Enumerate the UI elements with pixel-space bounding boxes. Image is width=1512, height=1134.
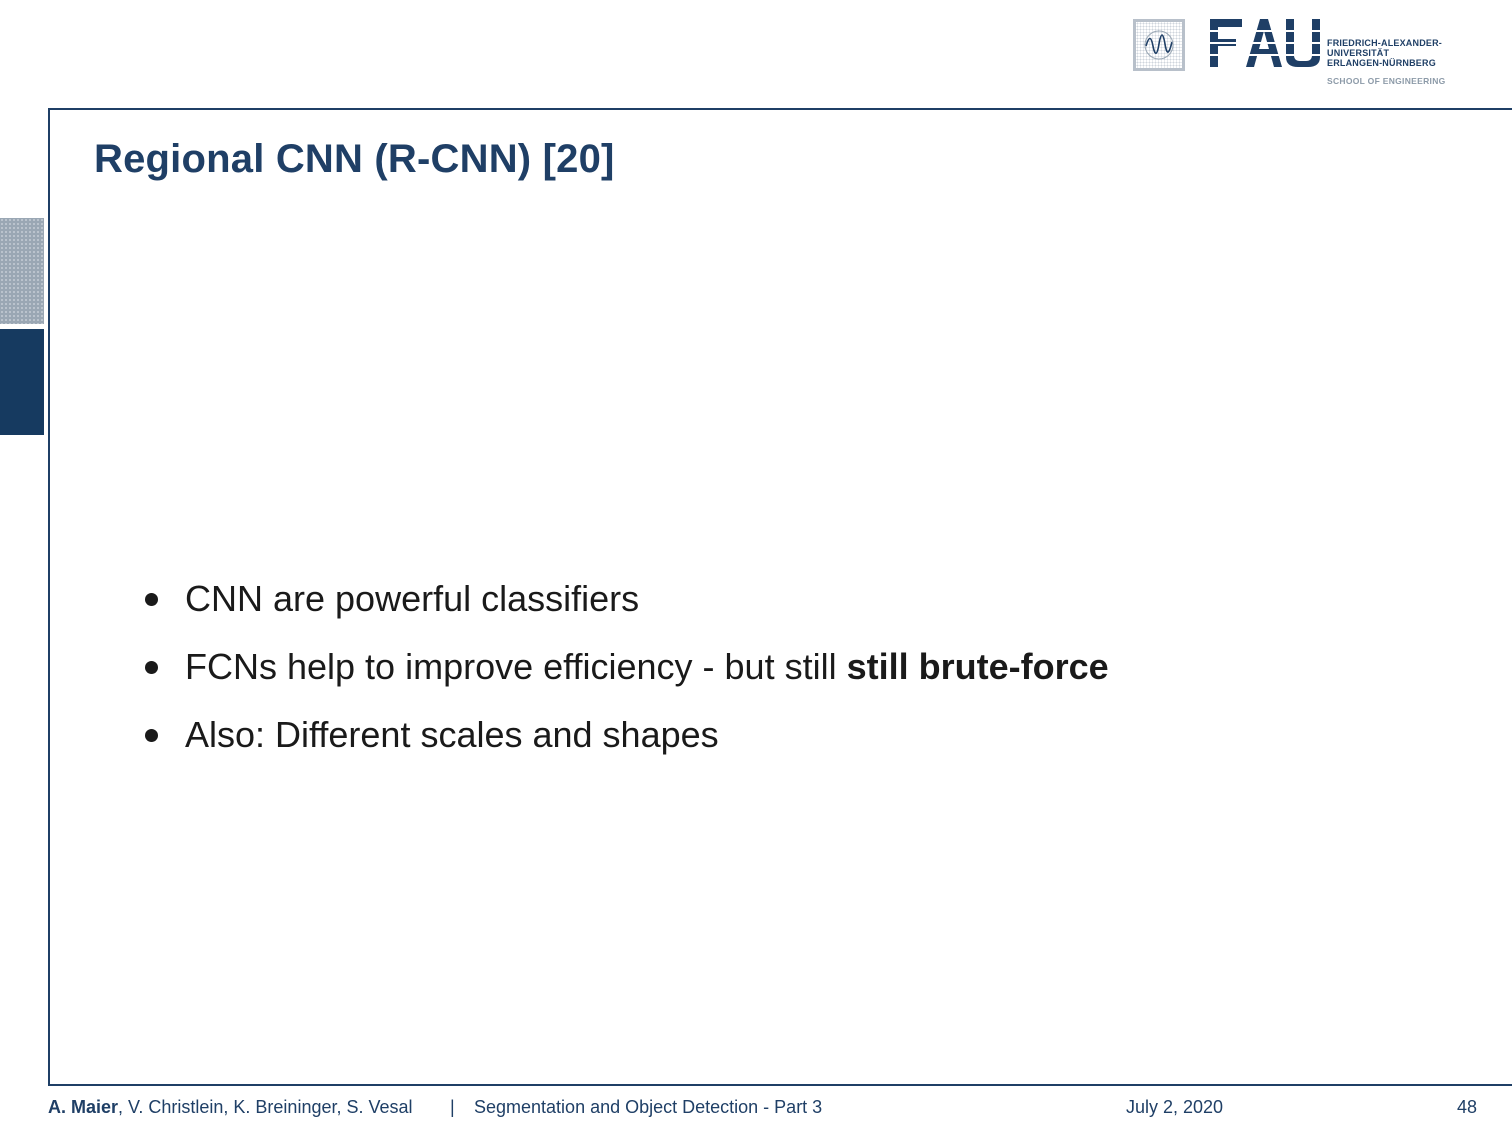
footer-separator: | — [450, 1097, 455, 1117]
waveform-icon — [1144, 30, 1174, 60]
bullet-item: FCNs help to improve efficiency - but st… — [140, 644, 1109, 712]
bullet-item: Also: Different scales and shapes — [140, 712, 1109, 780]
footer-authors: A. Maier, V. Christlein, K. Breininger, … — [48, 1097, 413, 1118]
slide-title: Regional CNN (R-CNN) [20] — [94, 137, 615, 181]
sidebar-section-marker-light — [0, 218, 44, 324]
bullet-text: CNN are powerful classifiers — [185, 578, 640, 619]
university-name-line1: FRIEDRICH-ALEXANDER- — [1327, 38, 1442, 48]
fau-logo-icon — [1210, 19, 1322, 67]
sidebar-section-marker-dark — [0, 329, 44, 435]
bullet-dot-icon — [145, 729, 158, 742]
footer-talk-title: Segmentation and Object Detection - Part… — [474, 1097, 823, 1117]
university-name: FRIEDRICH-ALEXANDER- UNIVERSITÄT ERLANGE… — [1327, 38, 1442, 68]
bullet-item: CNN are powerful classifiers — [140, 576, 1109, 644]
university-name-line2: UNIVERSITÄT — [1327, 48, 1390, 58]
footer-page-number: 48 — [1457, 1097, 1478, 1117]
footer-date: July 2, 2020 — [1126, 1097, 1224, 1117]
footer-other-authors: , V. Christlein, K. Breininger, S. Vesal — [118, 1097, 413, 1117]
bullet-dot-icon — [145, 593, 158, 606]
bullet-dot-icon — [145, 661, 158, 674]
bullet-text: Also: Different scales and shapes — [185, 714, 719, 755]
school-name: SCHOOL OF ENGINEERING — [1327, 76, 1446, 86]
footer-lead-author: A. Maier — [48, 1097, 119, 1117]
bullet-list: CNN are powerful classifiers FCNs help t… — [140, 576, 1109, 780]
bullet-text: FCNs help to improve efficiency - but st… — [185, 646, 847, 687]
university-name-line3: ERLANGEN-NÜRNBERG — [1327, 58, 1436, 68]
institute-seal-icon — [1133, 19, 1185, 71]
bullet-bold-text: still brute-force — [846, 646, 1109, 687]
